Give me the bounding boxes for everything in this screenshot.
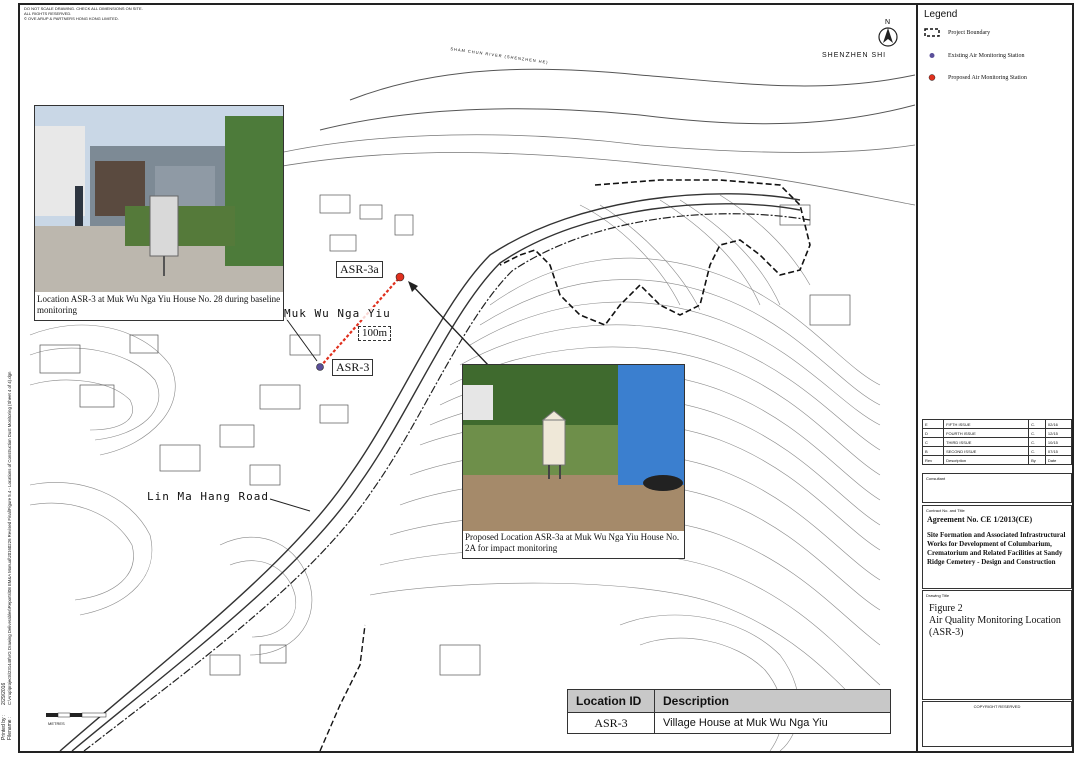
scale-bar: [46, 712, 107, 718]
table-row: E FIFTH ISSUE C. 02/16: [921, 419, 1073, 429]
photo-proposed-asr3a[interactable]: Proposed Location ASR-3a at Muk Wu Nga Y…: [462, 364, 685, 559]
location-table: Location ID Description ASR-3 Village Ho…: [567, 689, 891, 734]
contract-box: Contract No. and Title Agreement No. CE …: [922, 505, 1072, 589]
photo-image-baseline: [35, 106, 283, 292]
filename-label: Filename :: [7, 716, 13, 740]
column-header-description: Description: [654, 689, 891, 713]
rev-header: Rev: [921, 455, 945, 465]
scale-label: METRES: [48, 721, 65, 726]
copyright-box: COPYRIGHT RESERVED: [922, 701, 1072, 747]
column-header-location-id: Location ID: [567, 689, 655, 713]
legend-label: Existing Air Monitoring Station: [948, 52, 1025, 59]
existing-station-asr3: [316, 363, 324, 371]
north-arrow: [878, 27, 898, 47]
rev-header: By: [1028, 455, 1046, 465]
asr-link-line: [319, 276, 401, 368]
rev-cell: THIRD ISSUE: [943, 437, 1030, 447]
rev-cell: 07/15: [1044, 446, 1073, 456]
figure-number: Figure 2: [929, 603, 963, 614]
photo-baseline-asr3[interactable]: Location ASR-3 at Muk Wu Nga Yiu House N…: [34, 105, 284, 321]
rev-header: Date: [1044, 455, 1073, 465]
rev-cell: SECOND ISSUE: [943, 446, 1030, 456]
consultant-label: Consultant: [926, 476, 946, 481]
rev-cell: 02/16: [1044, 419, 1073, 429]
rev-cell: E: [921, 419, 945, 429]
photo-image-proposed: [463, 365, 684, 531]
cell-description: Village House at Muk Wu Nga Yiu: [654, 712, 891, 734]
north-label: N: [885, 19, 890, 26]
rev-cell: C.: [1028, 446, 1046, 456]
table-row: C THIRD ISSUE C. 10/15: [921, 437, 1073, 447]
figure-title: Figure 2 Air Quality Monitoring Location…: [929, 603, 1069, 639]
proposed-station-dot-icon: [928, 74, 936, 81]
rev-cell: C.: [1028, 437, 1046, 447]
legend-title-block-panel: Legend Project Boundary Existing Air Mon…: [916, 3, 1074, 753]
station-label-asr3[interactable]: ASR-3: [332, 359, 374, 376]
rev-header: Description: [943, 455, 1030, 465]
table-header-row: Rev Description By Date: [921, 455, 1073, 465]
rev-cell: 10/15: [1044, 437, 1073, 447]
print-info-margin: Printed by : 2/29/2016 Filename : C:\Aru…: [1, 80, 13, 740]
agreement-number: Agreement No. CE 1/2013(CE): [927, 515, 1033, 524]
table-row[interactable]: ASR-3 Village House at Muk Wu Nga Yiu: [567, 712, 891, 734]
legend-item-existing-station: Existing Air Monitoring Station: [924, 51, 1025, 60]
drawing-title-label: Drawing Title: [926, 593, 950, 598]
existing-station-dot-icon: [929, 53, 935, 58]
legend-item-proposed-station: Proposed Air Monitoring Station: [924, 73, 1027, 82]
rev-cell: B: [921, 446, 945, 456]
revision-table: E FIFTH ISSUE C. 02/16 D FOURTH ISSUE C.…: [921, 419, 1073, 465]
table-row: B SECOND ISSUE C. 07/15: [921, 446, 1073, 456]
project-title: Site Formation and Associated Infrastruc…: [927, 531, 1066, 566]
rev-cell: C: [921, 437, 945, 447]
rev-cell: C.: [1028, 428, 1046, 438]
legend-item-project-boundary: Project Boundary: [924, 28, 990, 37]
figure-caption: Air Quality Monitoring Location (ASR-3): [929, 615, 1061, 638]
table-row: D FOURTH ISSUE C. 12/15: [921, 428, 1073, 438]
road-label-lin-ma-hang: Lin Ma Hang Road: [147, 490, 269, 503]
legend-label: Project Boundary: [948, 29, 991, 36]
cell-location-id: ASR-3: [567, 712, 655, 734]
photo-caption-proposed: Proposed Location ASR-3a at Muk Wu Nga Y…: [465, 532, 680, 553]
consultant-box: Consultant: [922, 473, 1072, 503]
drawing-title-box: Drawing Title Figure 2 Air Quality Monit…: [922, 590, 1072, 700]
copyright-label: COPYRIGHT RESERVED: [973, 704, 1021, 709]
file-path: C:\Arup\projects\231448\VG Drawing Deliv…: [7, 371, 12, 705]
rev-cell: FOURTH ISSUE: [943, 428, 1030, 438]
table-header-row: Location ID Description: [567, 689, 891, 713]
place-label-muk-wu-nga-yiu: Muk Wu Nga Yiu: [284, 307, 391, 320]
project-boundary-symbol-icon: [924, 28, 940, 37]
contract-label: Contract No. and Title: [926, 508, 965, 513]
distance-label: 100m: [358, 326, 392, 341]
legend-title: Legend: [924, 9, 958, 20]
rev-cell: FIFTH ISSUE: [943, 419, 1030, 429]
photo-caption-baseline: Location ASR-3 at Muk Wu Nga Yiu House N…: [37, 294, 281, 315]
proposed-station-asr3a: [395, 272, 405, 282]
rev-cell: C.: [1028, 419, 1046, 429]
rev-cell: 12/15: [1044, 428, 1073, 438]
station-label-asr3a[interactable]: ASR-3a: [336, 261, 383, 278]
rev-cell: D: [921, 428, 945, 438]
place-label-shenzhen: SHENZHEN SHI: [822, 52, 887, 59]
legend-label: Proposed Air Monitoring Station: [948, 74, 1027, 81]
